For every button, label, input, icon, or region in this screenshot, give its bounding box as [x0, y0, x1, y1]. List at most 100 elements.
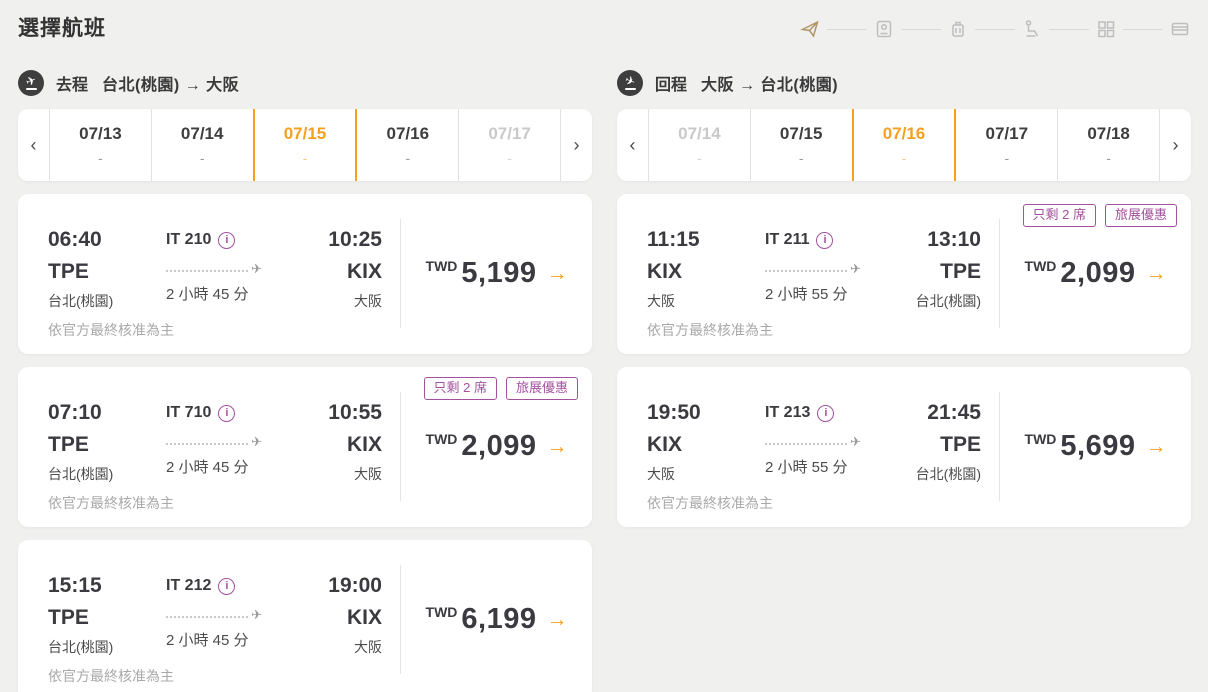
- date-price: -: [902, 150, 907, 166]
- route-line: ✈: [166, 607, 262, 623]
- flight-card-it210[interactable]: 06:40 TPE 台北(桃園) IT 210 i ✈ 2 小時: [18, 194, 592, 354]
- date-tab-0716[interactable]: 07/16 -: [357, 109, 458, 181]
- departure-airport-code: KIX: [647, 260, 765, 284]
- step-connector: [1049, 29, 1089, 30]
- departure-time: 07:10: [48, 401, 166, 425]
- arrival-block: 13:10 TPE 台北(桃園): [913, 228, 981, 354]
- price-area[interactable]: TWD 2,099 →: [400, 392, 592, 501]
- dotted-path: [166, 616, 248, 618]
- arrival-airport-code: KIX: [314, 606, 382, 630]
- departure-airport-code: TPE: [48, 433, 166, 457]
- step-flight-select: [799, 18, 821, 40]
- flight-card-it211[interactable]: 只剩 2 席 旅展優惠 11:15 KIX 大阪 IT 211 i: [617, 194, 1191, 354]
- date-tab-0714[interactable]: 07/14 -: [151, 109, 253, 181]
- flight-duration: 2 小時 55 分: [765, 283, 913, 304]
- flight-card-it213[interactable]: 19:50 KIX 大阪 IT 213 i ✈ 2 小時 55 分: [617, 367, 1191, 527]
- departure-airport-code: KIX: [647, 433, 765, 457]
- dotted-path: [765, 270, 847, 272]
- info-icon[interactable]: i: [218, 232, 235, 249]
- date-price: -: [303, 150, 308, 166]
- flight-duration: 2 小時 45 分: [166, 456, 314, 477]
- date-tab-0716-selected[interactable]: 07/16 -: [852, 109, 957, 181]
- select-arrow-icon[interactable]: →: [546, 262, 567, 286]
- arrival-city: 大阪: [314, 291, 382, 311]
- info-icon[interactable]: i: [817, 405, 834, 422]
- badge-row: 只剩 2 席 旅展優惠: [1023, 204, 1177, 227]
- flight-card-it212[interactable]: 15:15 TPE 台北(桃園) IT 212 i ✈ 2 小時: [18, 540, 592, 692]
- dotted-path: [765, 443, 847, 445]
- departure-city: 台北(桃園): [48, 464, 166, 484]
- next-dates-button[interactable]: ›: [561, 109, 592, 181]
- inbound-date-selector: ‹ 07/14 - 07/15 - 07/16 - 07/17 -: [617, 109, 1191, 181]
- arrival-time: 21:45: [913, 401, 981, 425]
- date-label: 07/15: [284, 124, 327, 144]
- date-price: -: [697, 150, 702, 166]
- flight-duration: 2 小時 55 分: [765, 456, 913, 477]
- price-area[interactable]: TWD 6,199 →: [400, 565, 592, 674]
- date-price: -: [200, 150, 205, 166]
- departure-airport-code: TPE: [48, 260, 166, 284]
- takeoff-icon: ✈: [18, 70, 44, 96]
- date-label: 07/13: [79, 124, 122, 144]
- select-arrow-icon[interactable]: →: [546, 435, 567, 459]
- price-area[interactable]: TWD 5,199 →: [400, 219, 592, 328]
- outbound-column: ✈ 去程 台北(桃園) → 大阪 ‹ 07/13 - 07/14 - 07/15: [18, 56, 592, 692]
- arrival-city: 台北(桃園): [913, 464, 981, 484]
- flight-number: IT 211: [765, 231, 809, 249]
- add-ons-grid-icon: [1096, 19, 1116, 39]
- price-amount: 6,199: [461, 603, 536, 636]
- luggage-icon: [948, 19, 968, 39]
- date-price: -: [98, 150, 103, 166]
- step-passenger-info: [873, 18, 895, 40]
- outbound-route-text: 台北(桃園) → 大阪: [102, 71, 239, 95]
- flight-selection-page: 選擇航班: [0, 0, 1208, 692]
- date-tab-0715-selected[interactable]: 07/15 -: [253, 109, 358, 181]
- date-label: 07/17: [986, 124, 1029, 144]
- next-dates-button[interactable]: ›: [1160, 109, 1191, 181]
- route-line: ✈: [166, 261, 262, 277]
- prev-dates-button[interactable]: ‹: [617, 109, 648, 181]
- info-icon[interactable]: i: [816, 232, 833, 249]
- departure-city: 大阪: [647, 291, 765, 311]
- currency-label: TWD: [1025, 258, 1057, 274]
- plane-glyph: ✈: [24, 74, 37, 87]
- arrival-city: 大阪: [314, 464, 382, 484]
- price-area[interactable]: TWD 2,099 →: [999, 219, 1191, 328]
- paper-plane-icon: [800, 19, 820, 39]
- arrival-airport-code: TPE: [913, 260, 981, 284]
- seats-left-badge: 只剩 2 席: [1023, 204, 1096, 227]
- prev-dates-button[interactable]: ‹: [18, 109, 49, 181]
- price-area[interactable]: TWD 5,699 →: [999, 392, 1191, 501]
- plane-icon: ✈: [850, 261, 861, 277]
- seat-icon: [1022, 19, 1042, 39]
- info-icon[interactable]: i: [218, 578, 235, 595]
- price-amount: 2,099: [1060, 257, 1135, 290]
- flight-middle-block: IT 210 i ✈ 2 小時 45 分: [166, 228, 314, 354]
- route-line: ✈: [765, 434, 861, 450]
- date-tab-0718[interactable]: 07/18 -: [1057, 109, 1160, 181]
- select-arrow-icon[interactable]: →: [1145, 262, 1166, 286]
- id-card-icon: [874, 19, 894, 39]
- badge-row: 只剩 2 席 旅展優惠: [424, 377, 578, 400]
- arrival-block: 21:45 TPE 台北(桃園): [913, 401, 981, 527]
- approval-note: 依官方最終核准為主: [48, 320, 174, 340]
- date-tab-0717-disabled: 07/17 -: [458, 109, 561, 181]
- flight-middle-block: IT 710 i ✈ 2 小時 45 分: [166, 401, 314, 527]
- date-tab-0713[interactable]: 07/13 -: [49, 109, 151, 181]
- inbound-column: ✈ 回程 大阪 → 台北(桃園) ‹ 07/14 - 07/15 - 07/16: [617, 56, 1191, 692]
- page-title: 選擇航班: [18, 10, 106, 42]
- flight-number: IT 213: [765, 404, 810, 422]
- date-tab-0715[interactable]: 07/15 -: [750, 109, 852, 181]
- dotted-path: [166, 443, 248, 445]
- step-add-ons: [1095, 18, 1117, 40]
- date-label: 07/16: [883, 124, 926, 144]
- select-arrow-icon[interactable]: →: [546, 608, 567, 632]
- flight-number: IT 710: [166, 404, 211, 422]
- select-arrow-icon[interactable]: →: [1145, 435, 1166, 459]
- date-price: -: [799, 150, 804, 166]
- price-amount: 5,199: [461, 257, 536, 290]
- info-icon[interactable]: i: [218, 405, 235, 422]
- flight-card-it710[interactable]: 只剩 2 席 旅展優惠 07:10 TPE 台北(桃園) IT 710 i: [18, 367, 592, 527]
- flight-middle-block: IT 213 i ✈ 2 小時 55 分: [765, 401, 913, 527]
- date-tab-0717[interactable]: 07/17 -: [956, 109, 1057, 181]
